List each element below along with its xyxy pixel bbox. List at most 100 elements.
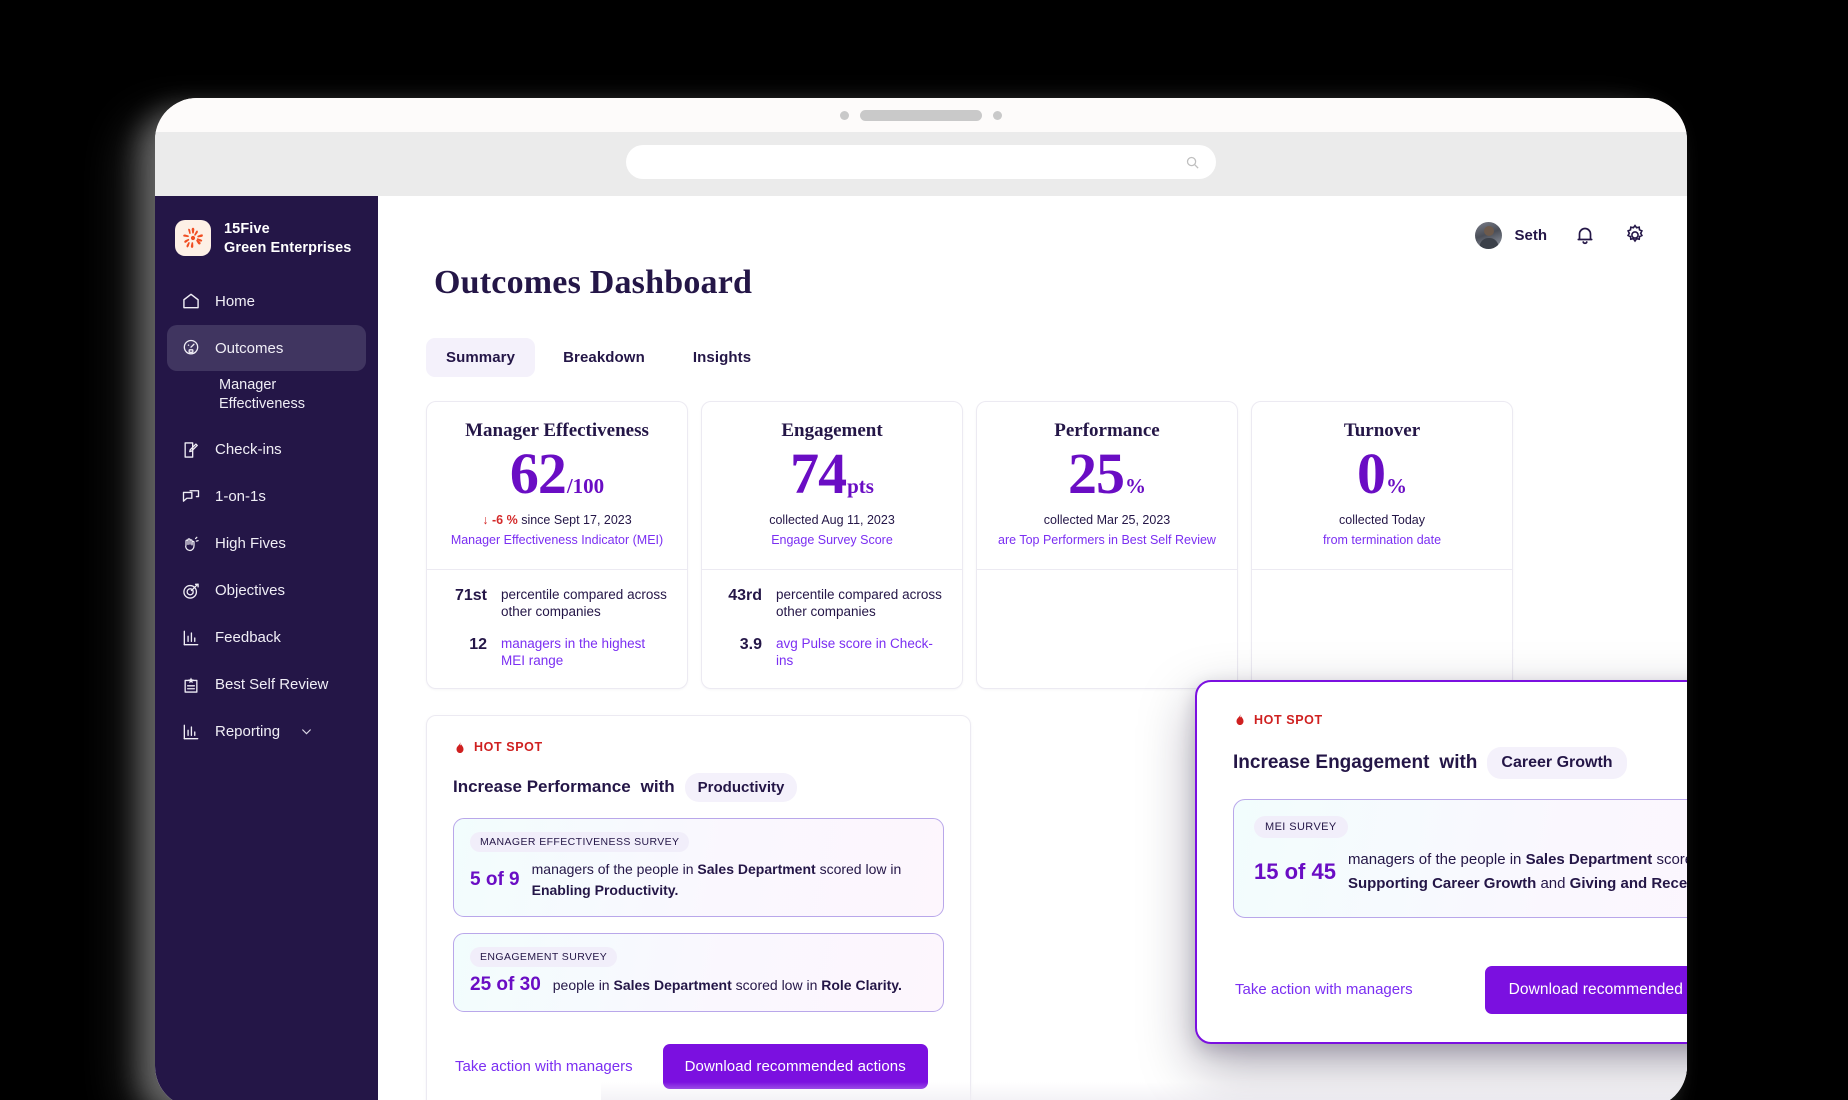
- sidebar-item-1-on-1s[interactable]: 1-on-1s: [167, 474, 366, 520]
- tab-breakdown[interactable]: Breakdown: [543, 338, 665, 377]
- sidebar-item-reporting[interactable]: Reporting: [167, 709, 366, 755]
- insight-count: 25 of 30: [470, 974, 541, 996]
- sidebar-item-feedback[interactable]: Feedback: [167, 615, 366, 661]
- sidebar-item-label: Home: [215, 292, 256, 310]
- bell-icon[interactable]: [1573, 223, 1597, 247]
- gear-icon[interactable]: [1623, 223, 1647, 247]
- stat-row: 71st percentile compared across other co…: [445, 586, 669, 621]
- stat-number: 12: [469, 635, 487, 653]
- card-title: Turnover: [1343, 420, 1421, 441]
- card-source-link[interactable]: Manager Effectiveness Indicator (MEI): [439, 532, 675, 549]
- speaker-bar-icon: [860, 109, 982, 121]
- browser-chrome: [155, 132, 1687, 196]
- brand-name: 15Five: [224, 220, 270, 237]
- modal-topic-chip[interactable]: Career Growth: [1487, 747, 1627, 779]
- metric-card-row: Manager Effectiveness 62 /100 ↓ -6 % sin…: [378, 377, 1687, 689]
- sidebar-item-objectives[interactable]: Objectives: [167, 568, 366, 614]
- insight-survey-tag: MEI SURVEY: [1254, 816, 1348, 838]
- insight-survey-tag: ENGAGEMENT SURVEY: [470, 947, 618, 968]
- hotspot-with-word: with: [640, 777, 675, 797]
- insight-count: 5 of 9: [470, 869, 520, 891]
- card-value-unit: /100: [566, 474, 605, 498]
- metric-card-manager-effectiveness[interactable]: Manager Effectiveness 62 /100 ↓ -6 % sin…: [426, 401, 688, 689]
- url-input[interactable]: [642, 154, 1185, 170]
- flame-icon: [1236, 713, 1244, 726]
- sidebar-nav: Home Outcomes Manager Effectiveness Chec…: [155, 278, 378, 755]
- brand-block[interactable]: 15Five Green Enterprises: [155, 210, 378, 278]
- card-delta: -6 %: [492, 512, 518, 527]
- stat-label[interactable]: avg Pulse score in Check-ins: [776, 635, 944, 670]
- card-sub-text: collected Today: [1339, 512, 1425, 527]
- card-sub-text: collected Mar 25, 2023: [1043, 512, 1171, 527]
- sidebar-item-label: Check-ins: [215, 441, 282, 459]
- card-value: 0 %: [1264, 441, 1500, 506]
- insight-text: people in Sales Department scored low in…: [552, 976, 902, 993]
- user-menu[interactable]: Seth: [1475, 221, 1547, 249]
- card-title: Manager Effectiveness: [465, 420, 649, 441]
- card-source-link[interactable]: are Top Performers in Best Self Review: [989, 532, 1225, 549]
- avatar: [1475, 221, 1503, 249]
- sidebar-item-manager-effectiveness[interactable]: Manager Effectiveness: [167, 372, 366, 426]
- hotspot-modal-engagement[interactable]: HOT SPOT Increase Engagement with Career…: [1195, 680, 1687, 1044]
- card-value-unit: pts: [847, 474, 874, 498]
- insight-survey-tag: MANAGER EFFECTIVENESS SURVEY: [470, 831, 690, 852]
- camera-dot-left-icon: [840, 110, 849, 120]
- stat-row[interactable]: 3.9 avg Pulse score in Check-ins: [720, 635, 944, 670]
- sidebar-item-label: 1-on-1s: [215, 488, 266, 506]
- hand-wave-icon: [185, 536, 199, 551]
- stat-label[interactable]: managers in the highest MEI range: [501, 635, 669, 670]
- browser-address-bar[interactable]: [626, 145, 1216, 179]
- hotspot-headline: Increase Performance: [453, 777, 631, 797]
- edit-document-icon: [184, 441, 198, 458]
- stat-number: 43rd: [728, 586, 762, 604]
- sidebar-item-label: Reporting: [215, 723, 281, 741]
- card-title: Performance: [1054, 420, 1160, 441]
- sidebar-item-best-self-review[interactable]: Best Self Review: [167, 662, 366, 708]
- card-value-number: 62: [509, 441, 567, 506]
- tablet-device-frame: 15Five Green Enterprises Home Outcomes M…: [155, 98, 1687, 1100]
- tab-insights[interactable]: Insights: [673, 338, 771, 377]
- insight-block: MANAGER EFFECTIVENESS SURVEY 5 of 9 mana…: [453, 817, 944, 918]
- hot-spot-label: HOT SPOT: [474, 740, 543, 755]
- download-recommended-actions-button[interactable]: Download recommended actions: [1484, 965, 1687, 1014]
- flame-icon: [456, 741, 464, 753]
- card-sub-text: collected Aug 11, 2023: [769, 512, 895, 527]
- tab-summary[interactable]: Summary: [426, 338, 536, 377]
- stat-row[interactable]: 12 managers in the highest MEI range: [445, 635, 669, 670]
- hot-spot-label: HOT SPOT: [1254, 712, 1323, 727]
- card-value: 74 pts: [714, 443, 950, 505]
- hotspot-topic-chip[interactable]: Productivity: [684, 772, 798, 802]
- tab-bar: Summary Breakdown Insights: [378, 302, 1687, 377]
- card-stats-empty: [1252, 568, 1512, 677]
- target-icon: [183, 583, 199, 599]
- card-value-number: 25: [1068, 441, 1125, 506]
- card-value-unit: %: [1125, 474, 1146, 498]
- sidebar-item-outcomes[interactable]: Outcomes: [167, 325, 366, 371]
- modal-actions: Take action with managers Download recom…: [1233, 965, 1687, 1014]
- take-action-link[interactable]: Take action with managers: [1233, 975, 1415, 1004]
- metric-card-engagement[interactable]: Engagement 74 pts collected Aug 11, 2023…: [701, 401, 963, 689]
- stat-row: 43rd percentile compared across other co…: [720, 586, 944, 621]
- sidebar-item-home[interactable]: Home: [167, 278, 366, 324]
- card-source-link[interactable]: from termination date: [1264, 532, 1500, 549]
- hotspot-actions: Take action with managers Download recom…: [453, 1044, 944, 1090]
- modal-headline: Increase Engagement: [1233, 752, 1430, 773]
- screenshot-stage: 15Five Green Enterprises Home Outcomes M…: [0, 0, 1848, 1100]
- hotspot-card-performance: HOT SPOT Increase Performance with Produ…: [426, 714, 971, 1100]
- device-bezel: [155, 98, 1687, 132]
- sidebar-item-high-fives[interactable]: High Fives: [167, 521, 366, 567]
- card-source-link[interactable]: Engage Survey Score: [714, 532, 950, 549]
- modal-headline-row: Increase Engagement with Career Growth: [1233, 747, 1687, 779]
- card-value-number: 0: [1357, 441, 1386, 506]
- sidebar-item-check-ins[interactable]: Check-ins: [167, 427, 366, 473]
- metric-card-turnover[interactable]: Turnover 0 % collected Today from termin…: [1251, 401, 1513, 689]
- download-recommended-actions-button[interactable]: Download recommended actions: [662, 1044, 928, 1090]
- award-document-icon: [184, 677, 198, 693]
- gauge-icon: [183, 339, 199, 355]
- chevron-down-icon: [302, 729, 311, 735]
- take-action-link[interactable]: Take action with managers: [453, 1052, 635, 1081]
- insight-block: ENGAGEMENT SURVEY 25 of 30 people in Sal…: [453, 933, 944, 1013]
- metric-card-performance[interactable]: Performance 25 % collected Mar 25, 2023 …: [976, 401, 1238, 689]
- sidebar-item-label: Outcomes: [215, 339, 284, 357]
- card-sub-text: since Sept 17, 2023: [521, 512, 632, 527]
